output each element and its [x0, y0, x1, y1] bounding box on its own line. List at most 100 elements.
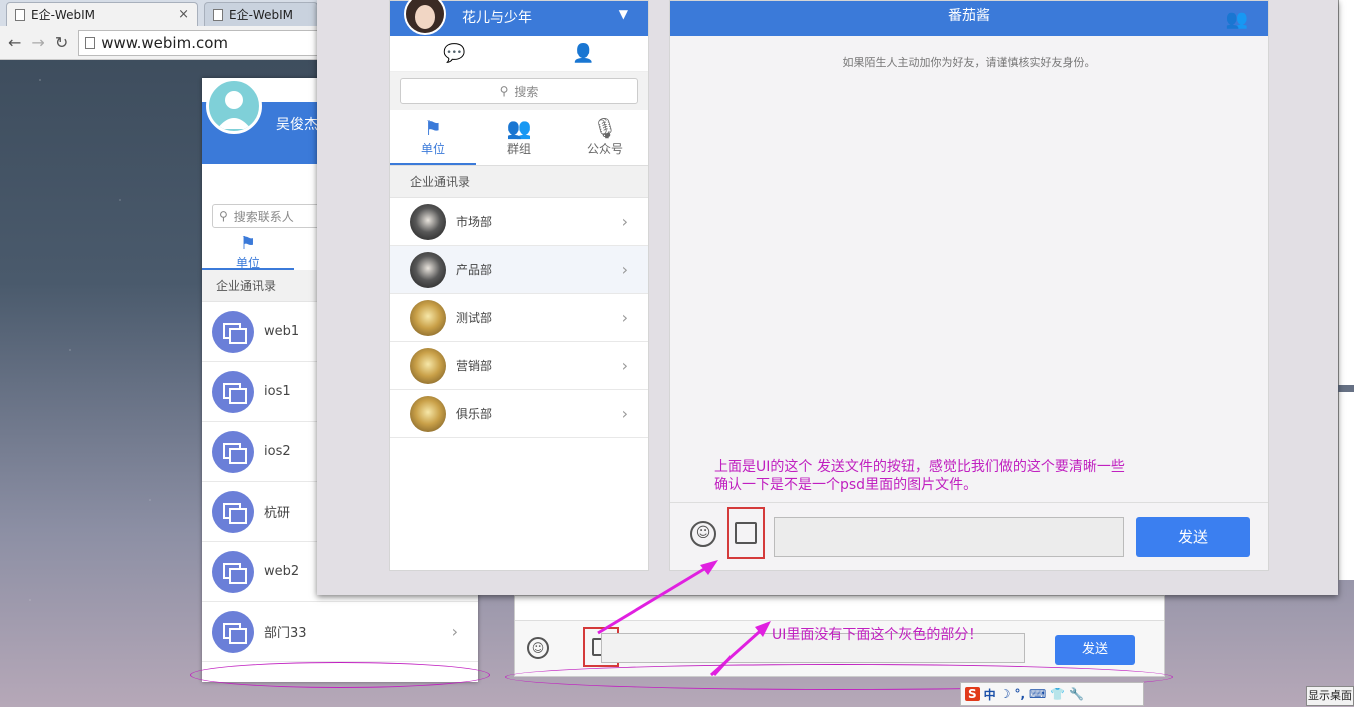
- background-window-right: [1338, 0, 1354, 385]
- annotation-bottom: UI里面没有下面这个灰色的部分！: [772, 627, 983, 643]
- flag-icon: ⚑: [424, 116, 442, 140]
- search-bar: ⚲ 搜索: [390, 72, 648, 110]
- address-bar[interactable]: www.webim.com: [78, 29, 320, 56]
- skin-icon[interactable]: 👕: [1050, 687, 1065, 701]
- department-name: 市场部: [456, 215, 493, 229]
- document-icon: [15, 8, 25, 21]
- page-icon: [85, 36, 96, 49]
- chevron-right-icon: ›: [621, 308, 628, 327]
- group-icon: [212, 370, 254, 413]
- department-name: 营销部: [456, 359, 493, 373]
- forward-arrow-icon[interactable]: →: [31, 33, 44, 52]
- back-arrow-icon[interactable]: ←: [8, 33, 21, 52]
- emoji-icon[interactable]: ☺: [690, 521, 716, 547]
- avatar: [410, 251, 446, 288]
- show-desktop-button[interactable]: 显示桌面: [1306, 686, 1354, 706]
- emoji-icon[interactable]: ☺: [527, 637, 549, 659]
- user-name: 吴俊杰: [276, 117, 318, 133]
- search-icon: ⚲: [219, 209, 228, 223]
- background-window-right-lower: [1338, 392, 1354, 580]
- moon-icon[interactable]: ☽: [1000, 687, 1011, 701]
- group-icon: [212, 490, 254, 533]
- list-item[interactable]: 部门33 ›: [202, 602, 478, 662]
- caret-down-icon[interactable]: ▼: [619, 7, 628, 21]
- department-name: 俱乐部: [456, 407, 493, 421]
- avatar: [410, 299, 446, 336]
- list-item[interactable]: 俱乐部 ›: [390, 390, 648, 438]
- avatar: [410, 347, 446, 384]
- close-icon[interactable]: ×: [178, 7, 189, 22]
- chevron-right-icon: ›: [621, 356, 628, 375]
- contact-list-icon[interactable]: 👤: [519, 43, 648, 64]
- list-item[interactable]: 市场部 ›: [390, 198, 648, 246]
- department-name: 产品部: [456, 263, 493, 277]
- category-tabs: ⚑ 单位 👥 群组 🎙 公众号: [390, 110, 648, 166]
- annotation-line: 上面是UI的这个 发送文件的按钮，感觉比我们做的这个要清晰一些: [714, 459, 1125, 475]
- reload-icon[interactable]: ↻: [55, 33, 68, 52]
- send-file-button[interactable]: [727, 507, 765, 559]
- tab-public-accounts[interactable]: 🎙 公众号: [562, 110, 648, 165]
- tab-label: 单位: [235, 256, 260, 270]
- user-name[interactable]: 花儿与少年: [462, 7, 532, 27]
- search-icon: ⚲: [499, 84, 509, 98]
- language-indicator[interactable]: 中: [984, 686, 996, 703]
- department-name: 测试部: [456, 311, 493, 325]
- section-header: 企业通讯录: [390, 166, 648, 198]
- group-name: 杭研: [264, 506, 291, 521]
- tab-label: 公众号: [586, 142, 623, 156]
- url-text: www.webim.com: [101, 33, 229, 52]
- flag-icon: ⚑: [239, 233, 257, 254]
- send-button[interactable]: 发送: [1055, 635, 1135, 665]
- tab-unit[interactable]: ⚑ 单位: [202, 234, 294, 270]
- microphone-icon: 🎙: [592, 116, 618, 140]
- security-notice: 如果陌生人主动加你为好友，请谨慎核实好友身份。: [842, 56, 1096, 69]
- chevron-right-icon: ›: [621, 260, 628, 279]
- punctuation-icon[interactable]: °,: [1014, 687, 1025, 701]
- tab-groups[interactable]: 👥 群组: [476, 110, 562, 165]
- browser-toolbar: ← → ↻ www.webim.com: [0, 26, 320, 60]
- tab-label: 单位: [420, 142, 445, 156]
- message-input[interactable]: [774, 517, 1124, 557]
- user-profile-icon[interactable]: 👥: [1226, 5, 1248, 35]
- sogou-ime-icon[interactable]: S: [965, 687, 980, 701]
- contacts-header: 花儿与少年 ▼: [390, 0, 648, 36]
- document-icon: [213, 8, 223, 21]
- group-icon: [212, 550, 254, 593]
- group-name: 部门33: [264, 626, 307, 641]
- group-name: ios2: [264, 444, 291, 459]
- keyboard-icon[interactable]: ⌨: [1029, 687, 1046, 701]
- avatar[interactable]: [404, 0, 446, 35]
- annotation-ellipse-left: [190, 662, 490, 688]
- chevron-right-icon: ›: [621, 212, 628, 231]
- list-item[interactable]: 营销部 ›: [390, 342, 648, 390]
- contacts-panel: 花儿与少年 ▼ 💬 👤 ⚲ 搜索 ⚑ 单位 👥 群组 🎙 公众号 企业通讯录 市场部 ›…: [389, 0, 649, 571]
- search-input[interactable]: ⚲ 搜索: [400, 78, 638, 104]
- chevron-right-icon: ›: [451, 622, 458, 641]
- group-name: ios1: [264, 384, 291, 399]
- chat-bubble-icon[interactable]: 💬: [390, 43, 519, 64]
- chevron-right-icon: ›: [621, 404, 628, 423]
- list-item[interactable]: 测试部 ›: [390, 294, 648, 342]
- wrench-icon[interactable]: 🔧: [1069, 687, 1084, 701]
- tab-title: E企-WebIM: [229, 8, 293, 22]
- browser-tab-active[interactable]: E企-WebIM ×: [6, 2, 198, 26]
- chat-input-bar: ☺ 发送: [670, 502, 1268, 570]
- annotation-line: 确认一下是不是一个psd里面的图片文件。: [714, 477, 978, 493]
- list-item[interactable]: 产品部 ›: [390, 246, 648, 294]
- browser-tab-inactive[interactable]: E企-WebIM: [204, 2, 318, 26]
- tab-unit[interactable]: ⚑ 单位: [390, 110, 476, 165]
- group-name: web1: [264, 324, 300, 339]
- chat-header: 番茄酱 👥: [670, 1, 1268, 36]
- avatar[interactable]: [206, 78, 262, 134]
- tab-title: E企-WebIM: [31, 8, 95, 22]
- arrow-line: [597, 561, 715, 635]
- send-button[interactable]: 发送: [1136, 517, 1250, 557]
- group-icon: [212, 610, 254, 653]
- contacts-mode-bar: 💬 👤: [390, 36, 648, 72]
- group-icon: [212, 430, 254, 473]
- group-icon: [212, 310, 254, 353]
- avatar: [410, 203, 446, 240]
- group-name: web2: [264, 564, 300, 579]
- tab-label: 群组: [506, 142, 531, 156]
- ime-toolbar: S 中 ☽ °, ⌨ 👕 🔧: [960, 682, 1144, 706]
